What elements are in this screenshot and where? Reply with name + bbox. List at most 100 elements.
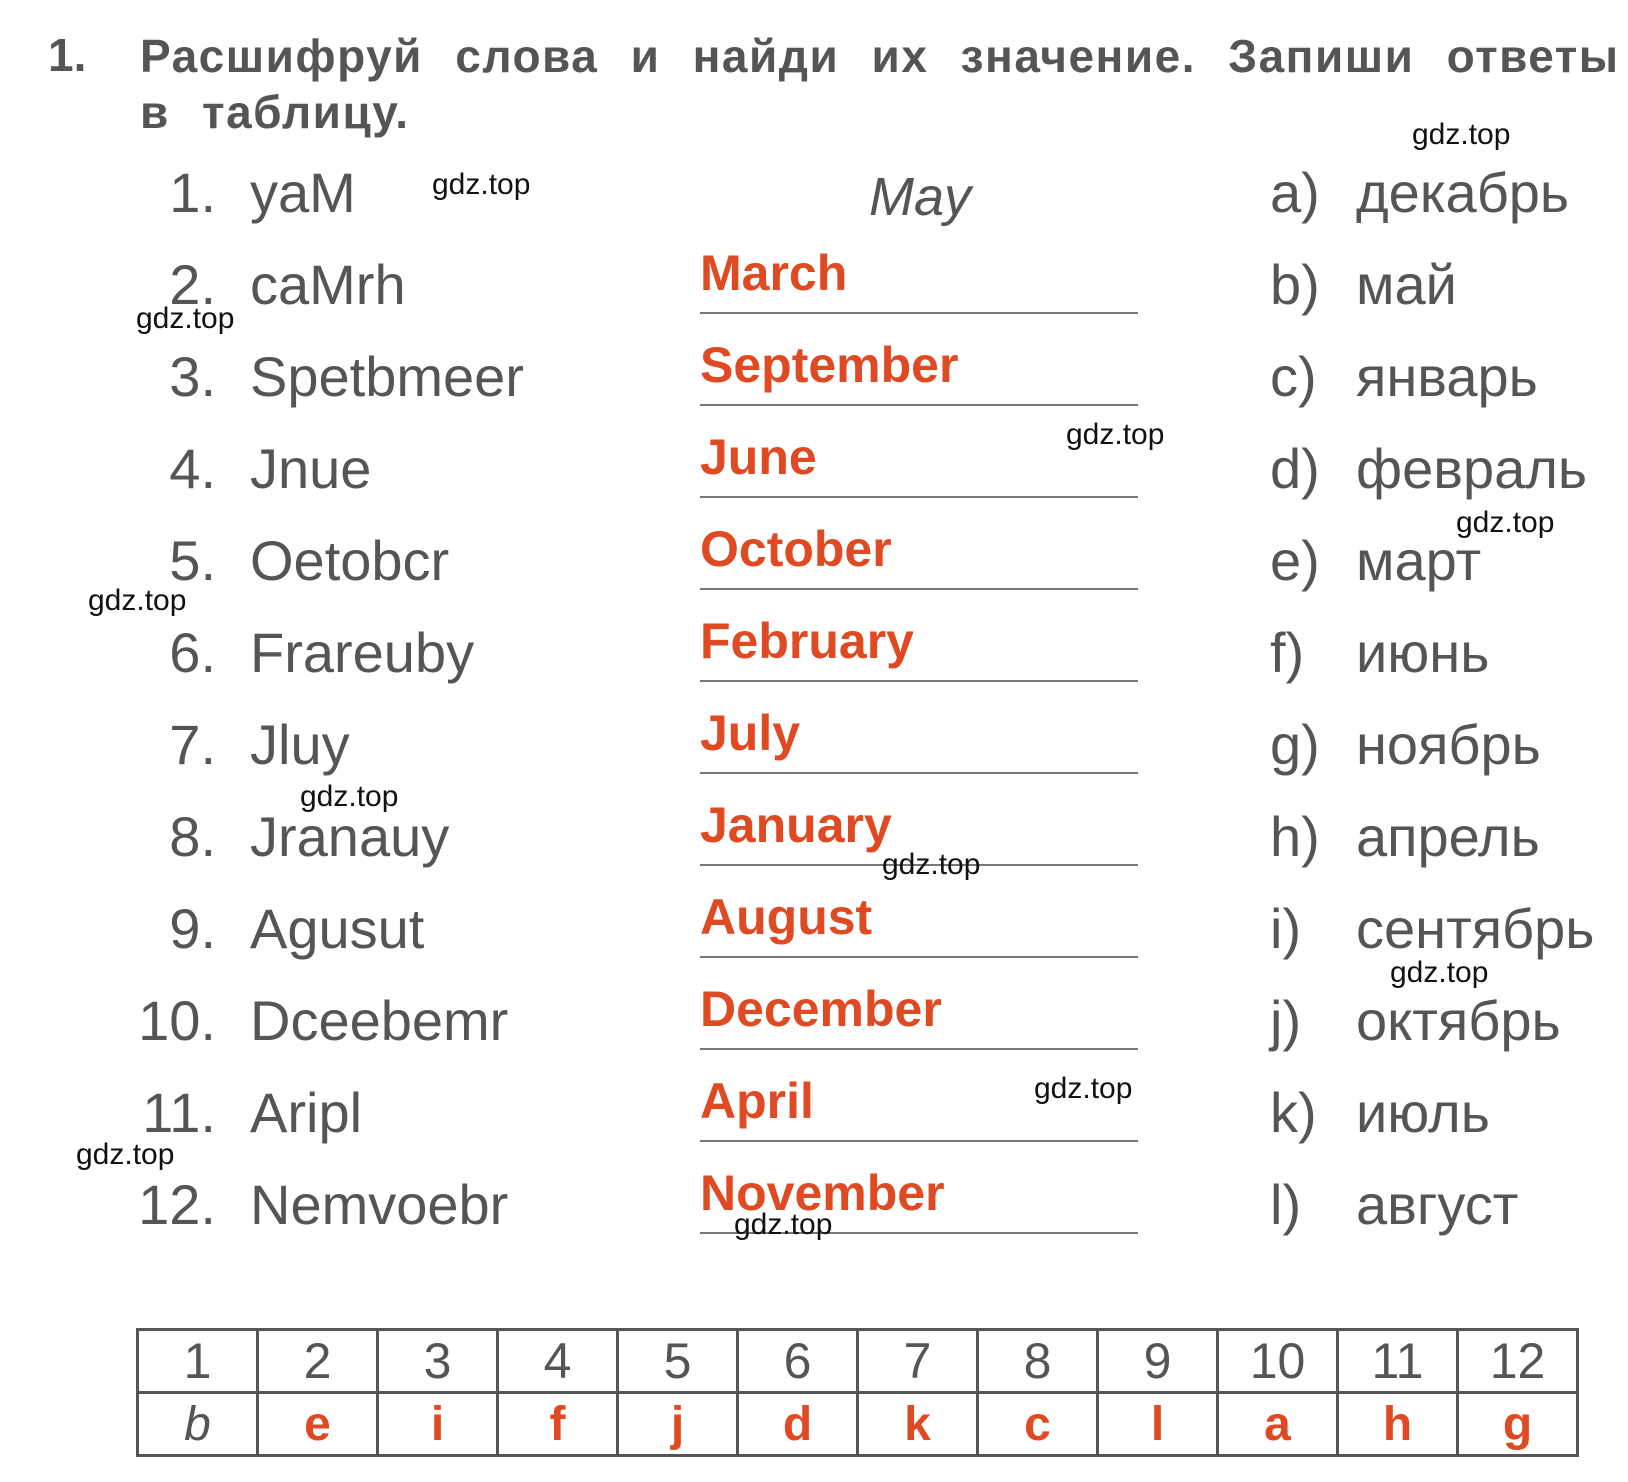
answer-text[interactable]: July bbox=[700, 704, 1140, 762]
answer-line bbox=[700, 1048, 1138, 1050]
option-item: b) май bbox=[1270, 252, 1457, 317]
option-letter: f) bbox=[1270, 621, 1305, 684]
item-number: 4. bbox=[169, 437, 216, 500]
watermark-text: gdz.top bbox=[882, 848, 981, 881]
table-header-cell: 9 bbox=[1096, 1328, 1219, 1394]
answer-line bbox=[700, 772, 1138, 774]
option-item: j) октябрь bbox=[1270, 988, 1561, 1053]
watermark-text: gdz.top bbox=[1390, 956, 1489, 989]
option-item: a) декабрь bbox=[1270, 160, 1569, 225]
option-letter: g) bbox=[1270, 713, 1320, 776]
task-instruction: Расшифруй слова и найди их значение. Зап… bbox=[140, 30, 1620, 138]
option-text: февраль bbox=[1356, 437, 1588, 500]
option-item: e) март bbox=[1270, 528, 1481, 593]
answer-table: 1 2 3 4 5 6 7 8 9 10 11 12 beifjdkclahg bbox=[136, 1328, 1579, 1457]
table-header-cell: 10 bbox=[1216, 1328, 1339, 1394]
scrambled-word: Nemvoebr bbox=[250, 1173, 509, 1236]
table-header-cell: 5 bbox=[616, 1328, 739, 1394]
answer-text[interactable]: February bbox=[700, 612, 1140, 670]
table-answer-cell[interactable]: a bbox=[1216, 1391, 1339, 1457]
item-number: 6. bbox=[169, 621, 216, 684]
answer-text[interactable]: September bbox=[700, 336, 1140, 394]
table-answer-cell[interactable]: k bbox=[856, 1391, 979, 1457]
table-answer-cell[interactable]: i bbox=[376, 1391, 499, 1457]
answer-table-answer-row: beifjdkclahg bbox=[136, 1391, 1579, 1457]
answer-line bbox=[700, 588, 1138, 590]
table-answer-cell[interactable]: e bbox=[256, 1391, 379, 1457]
answer-text[interactable]: January bbox=[700, 796, 1140, 854]
option-letter: c) bbox=[1270, 345, 1317, 408]
table-answer-cell[interactable]: c bbox=[976, 1391, 1099, 1457]
option-item: f) июнь bbox=[1270, 620, 1489, 685]
scrambled-word: Frareuby bbox=[250, 621, 475, 684]
table-answer-cell[interactable]: d bbox=[736, 1391, 859, 1457]
option-text: июль bbox=[1356, 1081, 1490, 1144]
option-letter: j) bbox=[1270, 989, 1302, 1052]
answer-text[interactable]: August bbox=[700, 888, 1140, 946]
scrambled-word: Agusut bbox=[250, 897, 425, 960]
option-item: d) февраль bbox=[1270, 436, 1587, 501]
watermark-text: gdz.top bbox=[76, 1138, 175, 1171]
watermark-text: gdz.top bbox=[432, 168, 531, 201]
scrambled-word: caMrh bbox=[250, 253, 406, 316]
table-answer-cell: b bbox=[136, 1391, 259, 1457]
watermark-text: gdz.top bbox=[300, 780, 399, 813]
option-item: g) ноябрь bbox=[1270, 712, 1541, 777]
table-header-cell: 2 bbox=[256, 1328, 379, 1394]
option-item: h) апрель bbox=[1270, 804, 1540, 869]
option-letter: h) bbox=[1270, 805, 1320, 868]
table-answer-cell[interactable]: l bbox=[1096, 1391, 1219, 1457]
watermark-text: gdz.top bbox=[1412, 118, 1511, 151]
option-text: октябрь bbox=[1356, 989, 1561, 1052]
task-number: 1. bbox=[48, 29, 87, 81]
option-item: l) август bbox=[1270, 1172, 1518, 1237]
answer-text[interactable]: October bbox=[700, 520, 1140, 578]
option-letter: k) bbox=[1270, 1081, 1317, 1144]
option-text: август bbox=[1356, 1173, 1519, 1236]
table-header-cell: 11 bbox=[1336, 1328, 1459, 1394]
option-text: май bbox=[1356, 253, 1457, 316]
option-text: апрель bbox=[1356, 805, 1540, 868]
item-number: 9. bbox=[169, 897, 216, 960]
table-answer-cell[interactable]: f bbox=[496, 1391, 619, 1457]
answer-line bbox=[700, 680, 1138, 682]
option-letter: d) bbox=[1270, 437, 1320, 500]
table-header-cell: 8 bbox=[976, 1328, 1099, 1394]
answer-text[interactable]: December bbox=[700, 980, 1140, 1038]
answer-line bbox=[700, 956, 1138, 958]
table-answer-cell[interactable]: j bbox=[616, 1391, 739, 1457]
option-letter: b) bbox=[1270, 253, 1320, 316]
scrambled-word: yaM bbox=[250, 161, 356, 224]
option-letter: i) bbox=[1270, 897, 1302, 960]
item-number: 11. bbox=[142, 1081, 216, 1144]
scrambled-word: Jnue bbox=[250, 437, 372, 500]
item-number: 8. bbox=[169, 805, 216, 868]
option-item: i) сентябрь bbox=[1270, 896, 1594, 961]
item-number: 10. bbox=[138, 989, 216, 1052]
option-item: c) январь bbox=[1270, 344, 1538, 409]
item-number: 12. bbox=[138, 1173, 216, 1236]
scrambled-word: Aripl bbox=[250, 1081, 363, 1144]
table-answer-cell[interactable]: g bbox=[1456, 1391, 1579, 1457]
scrambled-word: Oetobcr bbox=[250, 529, 450, 592]
table-header-cell: 3 bbox=[376, 1328, 499, 1394]
scrambled-word: Spetbmeer bbox=[250, 345, 524, 408]
answer-text: May bbox=[868, 167, 971, 227]
answer-line bbox=[700, 496, 1138, 498]
answer-table-header-row: 1 2 3 4 5 6 7 8 9 10 11 12 bbox=[136, 1328, 1579, 1394]
option-text: сентябрь bbox=[1356, 897, 1595, 960]
option-item: k) июль bbox=[1270, 1080, 1490, 1145]
table-answer-cell[interactable]: h bbox=[1336, 1391, 1459, 1457]
option-letter: e) bbox=[1270, 529, 1320, 592]
watermark-text: gdz.top bbox=[88, 584, 187, 617]
table-header-cell: 7 bbox=[856, 1328, 979, 1394]
answer-line bbox=[700, 312, 1138, 314]
option-letter: a) bbox=[1270, 161, 1320, 224]
option-text: июнь bbox=[1356, 621, 1490, 684]
answer-line bbox=[700, 404, 1138, 406]
scrambled-word: Jluy bbox=[250, 713, 350, 776]
answer-text[interactable]: March bbox=[700, 244, 1140, 302]
table-header-cell: 4 bbox=[496, 1328, 619, 1394]
watermark-text: gdz.top bbox=[1456, 506, 1555, 539]
item-number: 7. bbox=[169, 713, 216, 776]
